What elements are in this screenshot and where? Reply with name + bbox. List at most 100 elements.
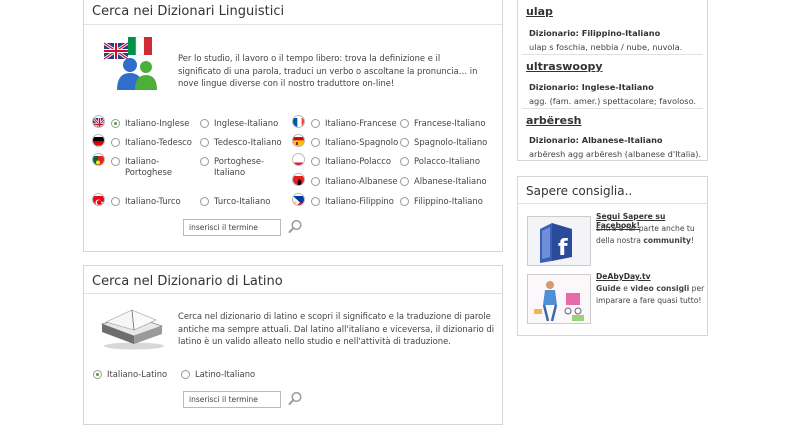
philippines-flag-icon bbox=[292, 193, 305, 206]
word-definition: arbëresh agg arbëresh (albanese d'Italia… bbox=[529, 149, 702, 159]
radio-button[interactable] bbox=[400, 157, 409, 166]
option-label: Spagnolo-Italiano bbox=[414, 137, 488, 147]
radio-button[interactable] bbox=[200, 197, 209, 206]
latin-intro-text: Cerca nel dizionario di latino e scopri … bbox=[178, 311, 495, 346]
facebook-thumbnail[interactable]: f bbox=[527, 216, 591, 266]
community-label: community bbox=[643, 236, 691, 245]
option-label: Albanese-Italiano bbox=[414, 176, 487, 186]
word-definition: agg. (fam. amer.) spettacolare; favoloso… bbox=[529, 96, 697, 106]
radio-button[interactable] bbox=[311, 177, 320, 186]
word-link-ulap[interactable]: ulap bbox=[526, 5, 553, 18]
divider bbox=[522, 108, 703, 109]
option-latino-italiano[interactable]: Latino-Italiano bbox=[181, 369, 255, 379]
radio-button[interactable] bbox=[311, 157, 320, 166]
word-dictionary: Dizionario: Albanese-Italiano bbox=[529, 135, 663, 145]
video-label: video consigli bbox=[630, 284, 690, 293]
option-label: Italiano-Albanese bbox=[325, 176, 398, 186]
sapere-panel-title: Sapere consiglia.. bbox=[518, 177, 707, 204]
option-italiano-turco[interactable]: Italiano-Turco bbox=[111, 196, 181, 206]
turkey-flag-icon bbox=[92, 193, 105, 206]
option-label: Francese-Italiano bbox=[414, 118, 486, 128]
option-italiano-portoghese[interactable]: Italiano-Portoghese bbox=[111, 156, 180, 178]
word-dictionary: Dizionario: Inglese-Italiano bbox=[529, 82, 654, 92]
book-icon bbox=[100, 309, 164, 350]
facebook-text-end: ! bbox=[690, 236, 694, 245]
option-label: Polacco-Italiano bbox=[414, 156, 480, 166]
deabyday-text-part: e bbox=[620, 284, 631, 293]
svg-text:f: f bbox=[558, 236, 568, 261]
option-italiano-polacco[interactable]: Italiano-Polacco bbox=[311, 156, 391, 166]
option-spagnolo-italiano[interactable]: Spagnolo-Italiano bbox=[400, 137, 487, 147]
option-portoghese-italiano[interactable]: Portoghese-Italiano bbox=[200, 156, 274, 178]
spain-flag-icon bbox=[292, 134, 305, 147]
option-albanese-italiano[interactable]: Albanese-Italiano bbox=[400, 176, 487, 186]
option-italiano-latino[interactable]: Italiano-Latino bbox=[93, 369, 167, 379]
radio-button[interactable] bbox=[111, 157, 120, 166]
radio-button[interactable] bbox=[111, 138, 120, 147]
linguistic-search-input[interactable]: inserisci il termine bbox=[183, 219, 281, 236]
germany-flag-icon bbox=[92, 134, 105, 147]
option-italiano-francese[interactable]: Italiano-Francese bbox=[311, 118, 397, 128]
radio-button[interactable] bbox=[200, 119, 209, 128]
option-turco-italiano[interactable]: Turco-Italiano bbox=[200, 196, 270, 206]
search-icon[interactable] bbox=[288, 219, 303, 234]
option-label: Italiano-Francese bbox=[325, 118, 397, 128]
option-label: Italiano-Filippino bbox=[325, 196, 394, 206]
option-francese-italiano[interactable]: Francese-Italiano bbox=[400, 118, 486, 128]
radio-button[interactable] bbox=[400, 119, 409, 128]
word-definition: ulap s foschia, nebbia / nube, nuvola. bbox=[529, 42, 683, 52]
uk-flag-icon bbox=[92, 115, 105, 128]
option-tedesco-italiano[interactable]: Tedesco-Italiano bbox=[200, 137, 282, 147]
facebook-icon: f bbox=[528, 217, 590, 265]
divider bbox=[522, 54, 703, 55]
guide-label: Guide bbox=[596, 284, 621, 293]
option-italiano-albanese[interactable]: Italiano-Albanese bbox=[311, 176, 398, 186]
sapere-consiglia-panel: Sapere consiglia.. f Segui Sapere su Fac… bbox=[517, 176, 708, 336]
linguistic-dictionaries-panel: Cerca nei Dizionari Linguistici Per lo s… bbox=[83, 0, 503, 252]
dictionary-languages-illustration bbox=[103, 36, 157, 90]
poland-flag-icon bbox=[292, 153, 305, 166]
option-italiano-inglese[interactable]: Italiano-Inglese bbox=[111, 118, 189, 128]
latin-panel-title: Cerca nel Dizionario di Latino bbox=[84, 266, 502, 294]
search-icon[interactable] bbox=[288, 391, 303, 406]
radio-button[interactable] bbox=[111, 119, 120, 128]
latin-search-input[interactable]: inserisci il termine bbox=[183, 391, 281, 408]
linguistic-intro-text: Per lo studio, il lavoro o il tempo libe… bbox=[178, 53, 478, 88]
option-italiano-filippino[interactable]: Italiano-Filippino bbox=[311, 196, 394, 206]
radio-button[interactable] bbox=[181, 370, 190, 379]
radio-button[interactable] bbox=[93, 370, 102, 379]
recent-words-panel: ulap Dizionario: Filippino-Italiano ulap… bbox=[517, 0, 708, 161]
radio-button[interactable] bbox=[311, 119, 320, 128]
radio-button[interactable] bbox=[200, 138, 209, 147]
deabyday-link[interactable]: DeAbyDay.tv bbox=[596, 272, 651, 281]
radio-button[interactable] bbox=[400, 177, 409, 186]
france-flag-icon bbox=[292, 115, 305, 128]
option-polacco-italiano[interactable]: Polacco-Italiano bbox=[400, 156, 480, 166]
option-label: Italiano-Portoghese bbox=[125, 156, 173, 177]
option-filippino-italiano[interactable]: Filippino-Italiano bbox=[400, 196, 483, 206]
option-italiano-spagnolo[interactable]: Italiano-Spagnolo bbox=[311, 137, 398, 147]
radio-button[interactable] bbox=[400, 138, 409, 147]
option-label: Inglese-Italiano bbox=[214, 118, 279, 128]
option-label: Italiano-Tedesco bbox=[125, 137, 192, 147]
portugal-flag-icon bbox=[92, 153, 105, 166]
facebook-text: Entra a far parte anche tu della nostra … bbox=[596, 223, 708, 247]
word-link-ultraswoopy[interactable]: ultraswoopy bbox=[526, 60, 603, 73]
radio-button[interactable] bbox=[311, 138, 320, 147]
radio-button[interactable] bbox=[400, 197, 409, 206]
option-label: Tedesco-Italiano bbox=[214, 137, 282, 147]
option-label: Italiano-Turco bbox=[125, 196, 181, 206]
word-dictionary: Dizionario: Filippino-Italiano bbox=[529, 28, 661, 38]
radio-button[interactable] bbox=[200, 157, 209, 166]
deabyday-illustration bbox=[528, 275, 590, 323]
option-label: Italiano-Inglese bbox=[125, 118, 190, 128]
radio-button[interactable] bbox=[111, 197, 120, 206]
option-label: Italiano-Polacco bbox=[325, 156, 391, 166]
option-inglese-italiano[interactable]: Inglese-Italiano bbox=[200, 118, 278, 128]
word-link-arberesh[interactable]: arbëresh bbox=[526, 114, 581, 127]
deabyday-text: Guide e video consigli per imparare a fa… bbox=[596, 283, 708, 307]
deabyday-thumbnail[interactable] bbox=[527, 274, 591, 324]
radio-button[interactable] bbox=[311, 197, 320, 206]
option-italiano-tedesco[interactable]: Italiano-Tedesco bbox=[111, 137, 192, 147]
latin-dictionary-panel: Cerca nel Dizionario di Latino Cerca nel… bbox=[83, 265, 503, 425]
